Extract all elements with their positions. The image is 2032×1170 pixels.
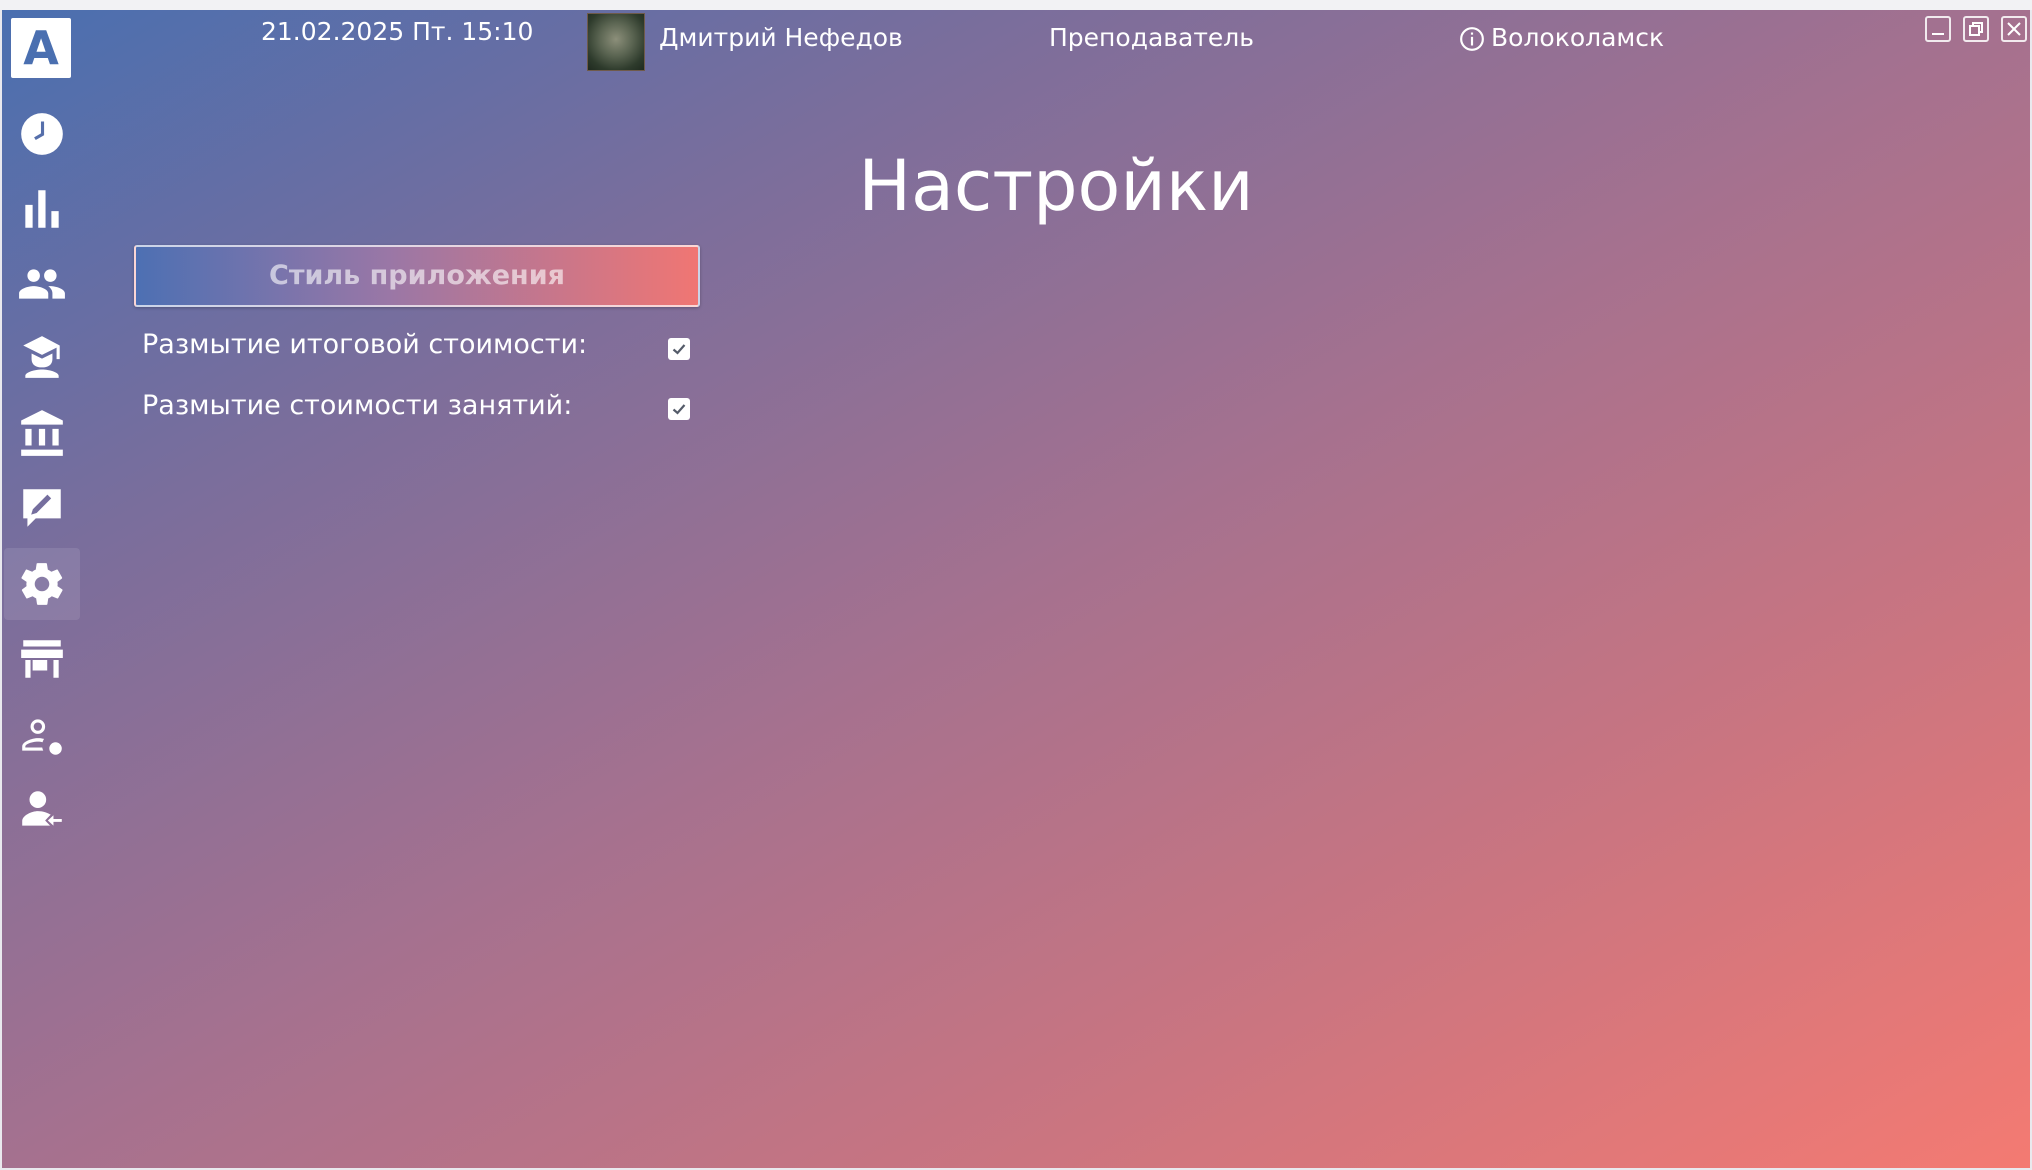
app-style-button[interactable]: Стиль приложения — [134, 245, 700, 307]
sidebar-item-notes[interactable] — [4, 472, 80, 544]
student-icon — [23, 336, 60, 378]
sidebar-item-logout[interactable] — [4, 773, 80, 845]
user-logout-icon — [22, 791, 62, 826]
datetime-label: 21.02.2025 Пт. 15:10 — [261, 17, 534, 46]
edit-icon — [23, 489, 61, 527]
gear-icon — [21, 563, 63, 605]
sidebar-item-groups[interactable] — [4, 248, 80, 320]
user-name[interactable]: Дмитрий Нефедов — [659, 23, 903, 52]
minimize-button[interactable] — [1925, 16, 1951, 42]
blur-total-cost-checkbox[interactable] — [668, 338, 690, 360]
minimize-icon — [1932, 33, 1944, 35]
close-icon — [2007, 22, 2021, 36]
checkmark-icon — [672, 344, 686, 355]
group-icon — [19, 269, 65, 299]
sidebar-item-institutions[interactable] — [4, 397, 80, 469]
blur-lessons-cost-checkbox[interactable] — [668, 398, 690, 420]
top-strip — [0, 0, 2032, 10]
avatar[interactable] — [587, 13, 645, 71]
user-role: Преподаватель — [1049, 23, 1255, 52]
info-icon[interactable] — [1459, 26, 1485, 52]
city-label[interactable]: Волоколамск — [1491, 23, 1664, 52]
sidebar-item-settings[interactable] — [4, 548, 80, 620]
restore-icon — [1969, 22, 1983, 36]
app-window: A 21.02.2025 Пт. 15:10 Дмитрий Нефедов П… — [2, 10, 2030, 1168]
bank-icon — [21, 410, 63, 456]
blur-total-cost-label: Размытие итоговой стоимости: — [142, 329, 588, 360]
user-settings-icon — [22, 719, 62, 755]
blur-lessons-cost-label: Размытие стоимости занятий: — [142, 390, 573, 421]
close-button[interactable] — [2001, 16, 2027, 42]
checkmark-icon — [672, 404, 686, 415]
app-logo[interactable]: A — [11, 18, 71, 78]
sidebar-item-store[interactable] — [4, 623, 80, 695]
sidebar-item-students[interactable] — [4, 321, 80, 393]
sidebar-item-user-settings[interactable] — [4, 700, 80, 772]
store-icon — [21, 640, 63, 678]
restore-button[interactable] — [1963, 16, 1989, 42]
page-title: Настройки — [858, 145, 1254, 227]
